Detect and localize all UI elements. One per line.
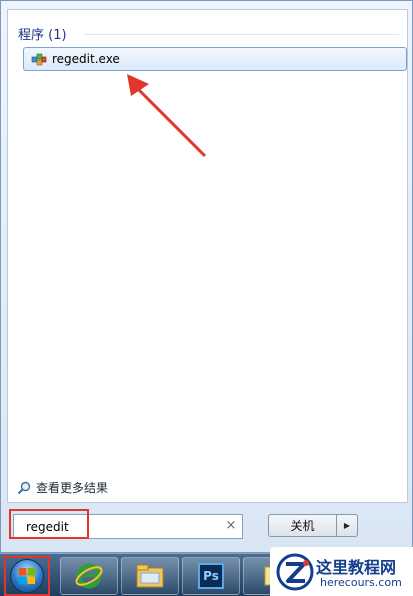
see-more-results-label: 查看更多结果 xyxy=(36,481,109,495)
shutdown-group: 关机 ▶ xyxy=(268,514,358,537)
shutdown-options-arrow-icon[interactable]: ▶ xyxy=(337,514,358,537)
taskbar-photoshop-button[interactable]: Ps xyxy=(182,557,240,595)
watermark-title: 这里教程网 xyxy=(316,558,397,577)
search-box[interactable] xyxy=(13,514,243,539)
search-input[interactable] xyxy=(18,517,214,536)
start-menu: 程序 (1) regedit.exe 查看更多结果 × 关机 ▶ xyxy=(0,0,413,553)
taskbar-explorer-button[interactable] xyxy=(121,557,179,595)
site-watermark: 这里教程网 herecours.com xyxy=(270,547,413,596)
windows-explorer-icon xyxy=(136,564,164,588)
photoshop-icon: Ps xyxy=(198,563,224,589)
shutdown-button[interactable]: 关机 xyxy=(268,514,337,537)
watermark-logo xyxy=(276,553,314,591)
clear-search-icon[interactable]: × xyxy=(223,517,239,535)
search-results-pane: 程序 (1) regedit.exe xyxy=(7,9,408,503)
section-divider xyxy=(84,34,399,35)
internet-explorer-icon xyxy=(75,563,103,589)
windows-logo-icon xyxy=(10,559,44,593)
magnifier-icon xyxy=(17,481,31,494)
see-more-results-link[interactable]: 查看更多结果 xyxy=(17,479,108,496)
taskbar-ie-button[interactable] xyxy=(60,557,118,595)
watermark-url: herecours.com xyxy=(320,576,402,589)
start-button[interactable] xyxy=(4,556,50,596)
registry-editor-icon xyxy=(31,53,47,66)
programs-section-header: 程序 (1) xyxy=(18,28,67,43)
result-item-regedit[interactable]: regedit.exe xyxy=(23,47,407,71)
result-item-label: regedit.exe xyxy=(52,52,120,66)
